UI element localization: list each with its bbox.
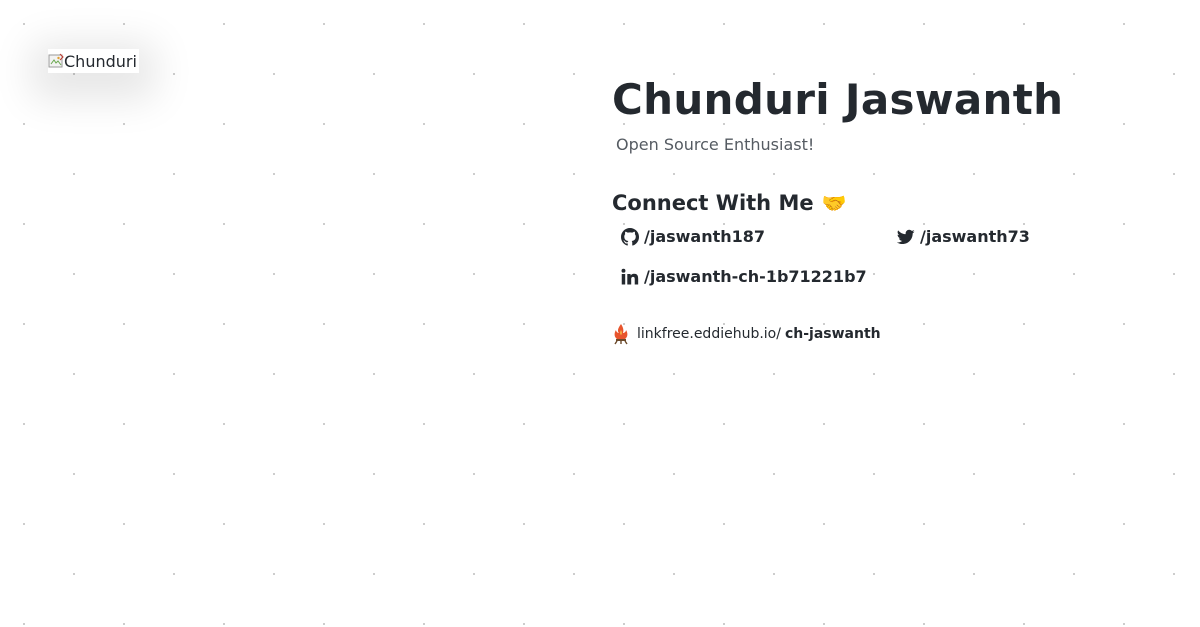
connect-heading-text: Connect With Me [612, 191, 814, 215]
avatar-alt-text: Chunduri [64, 51, 137, 71]
twitter-handle: /jaswanth73 [920, 227, 1030, 246]
linkfree-handle: ch-jaswanth [784, 326, 881, 342]
linkedin-icon [621, 268, 639, 286]
page: Chunduri Chunduri Jaswanth Open Source E… [0, 0, 1200, 627]
linkfree-icon [612, 323, 630, 345]
avatar: Chunduri [48, 49, 139, 73]
github-handle: /jaswanth187 [644, 227, 766, 246]
linkedin-handle: /jaswanth-ch-1b71221b7 [644, 267, 867, 286]
linkfree-link[interactable]: linkfree.eddiehub.io/ ch-jaswanth [612, 323, 1172, 345]
profile-content: Chunduri Jaswanth Open Source Enthusiast… [612, 74, 1172, 345]
twitter-icon [897, 228, 915, 246]
github-icon [621, 227, 639, 246]
handshake-icon: 🤝 [821, 191, 847, 215]
github-link[interactable]: /jaswanth187 [621, 227, 765, 246]
twitter-link[interactable]: /jaswanth73 [897, 227, 1030, 246]
linkfree-domain: linkfree.eddiehub.io/ [637, 326, 781, 342]
profile-name: Chunduri Jaswanth [612, 75, 1064, 124]
linkedin-link[interactable]: /jaswanth-ch-1b71221b7 [621, 267, 867, 286]
social-links: /jaswanth187 /jaswanth73 /jaswanth-ch-1b… [612, 227, 1172, 307]
broken-image-icon [48, 53, 64, 69]
connect-heading: Connect With Me 🤝 [612, 189, 1172, 217]
profile-tagline: Open Source Enthusiast! [616, 135, 815, 154]
